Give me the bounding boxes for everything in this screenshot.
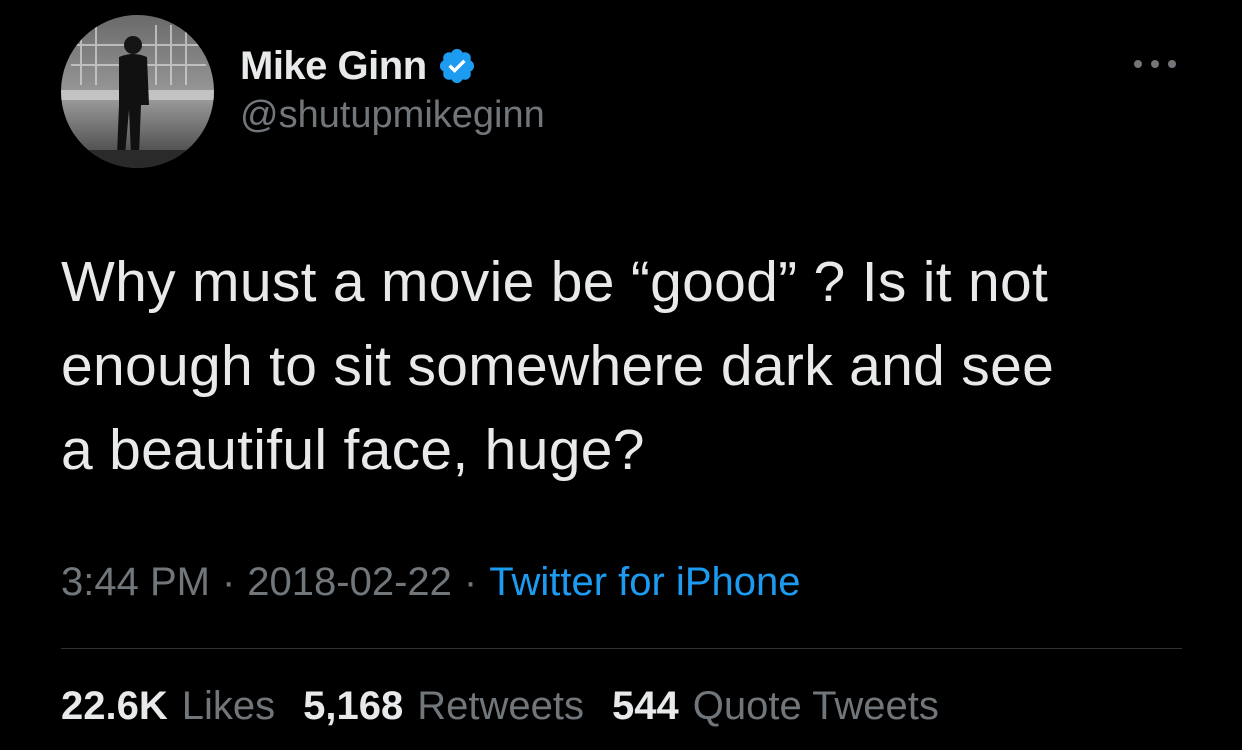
meta-separator: · <box>463 560 478 604</box>
verified-badge-icon <box>437 46 477 86</box>
avatar[interactable] <box>61 15 214 168</box>
likes-stat[interactable]: 22.6K Likes <box>61 684 275 729</box>
likes-count: 22.6K <box>61 684 168 728</box>
display-name-row: Mike Ginn <box>240 40 545 92</box>
user-handle[interactable]: @shutupmikeginn <box>240 94 545 137</box>
tweet-date[interactable]: 2018-02-22 <box>247 560 452 605</box>
meta-separator: · <box>221 560 236 604</box>
retweets-count: 5,168 <box>303 684 404 728</box>
quote-tweets-stat[interactable]: 544 Quote Tweets <box>612 684 939 729</box>
user-info: Mike Ginn @shutupmikeginn <box>240 40 545 137</box>
likes-label: Likes <box>181 684 276 728</box>
quote-tweets-count: 544 <box>612 684 679 728</box>
tweet-time[interactable]: 3:44 PM <box>61 560 210 605</box>
tweet-card: Mike Ginn @shutupmikeginn Why must a mov… <box>0 0 1242 750</box>
quote-tweets-label: Quote Tweets <box>692 684 939 728</box>
tweet-source-link[interactable]: Twitter for iPhone <box>489 560 800 605</box>
retweets-stat[interactable]: 5,168 Retweets <box>303 684 584 729</box>
avatar-photo <box>61 15 214 168</box>
display-name[interactable]: Mike Ginn <box>240 44 427 89</box>
retweets-label: Retweets <box>417 684 584 728</box>
more-options-icon[interactable] <box>1130 54 1180 74</box>
tweet-stats: 22.6K Likes 5,168 Retweets 544 Quote Twe… <box>61 684 967 729</box>
divider <box>61 648 1182 649</box>
tweet-meta: 3:44 PM · 2018-02-22 · Twitter for iPhon… <box>61 560 800 605</box>
tweet-text: Why must a movie be “good” ? Is it not e… <box>61 250 1055 482</box>
